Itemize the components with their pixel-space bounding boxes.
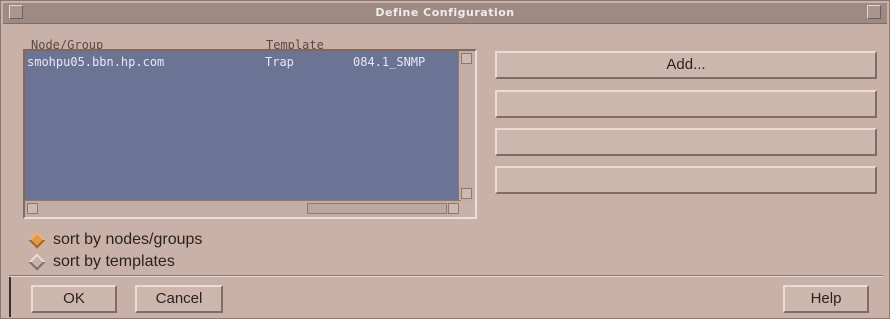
side-button-3[interactable] <box>495 128 877 156</box>
sort-by-templates-label: sort by templates <box>53 253 175 270</box>
sort-by-nodes-label: sort by nodes/groups <box>53 231 203 248</box>
vertical-scrollbar[interactable] <box>458 51 475 201</box>
window-title: Define Configuration <box>375 6 515 19</box>
title-bar[interactable]: Define Configuration <box>3 3 887 24</box>
scroll-right-arrow-icon[interactable] <box>448 203 459 214</box>
radio-unselected-icon[interactable] <box>28 253 46 271</box>
side-button-2[interactable] <box>495 90 877 118</box>
horizontal-scroll-thumb[interactable] <box>307 203 447 214</box>
list-item-template: 084.1_SNMP <box>353 55 426 69</box>
help-button[interactable]: Help <box>783 285 869 313</box>
side-button-4[interactable] <box>495 166 877 194</box>
list-item-node: smohpu05.bbn.hp.com <box>27 55 165 69</box>
frame-edge <box>9 277 11 317</box>
cancel-button[interactable]: Cancel <box>135 285 223 313</box>
scroll-up-arrow-icon[interactable] <box>461 53 472 64</box>
list-item-type: Trap <box>265 55 294 69</box>
ok-button[interactable]: OK <box>31 285 117 313</box>
maximize-icon[interactable] <box>867 5 881 19</box>
scroll-down-arrow-icon[interactable] <box>461 188 472 199</box>
horizontal-scrollbar[interactable] <box>25 200 461 217</box>
scroll-corner <box>459 201 475 217</box>
divider <box>9 275 883 277</box>
radio-selected-icon[interactable] <box>28 231 46 249</box>
define-configuration-dialog: Define Configuration Node/Group Template… <box>0 0 890 319</box>
scroll-left-arrow-icon[interactable] <box>27 203 38 214</box>
add-button[interactable]: Add... <box>495 51 877 79</box>
configuration-list[interactable]: smohpu05.bbn.hp.com Trap 084.1_SNMP <box>23 49 477 219</box>
list-item[interactable]: smohpu05.bbn.hp.com Trap 084.1_SNMP <box>27 55 459 71</box>
